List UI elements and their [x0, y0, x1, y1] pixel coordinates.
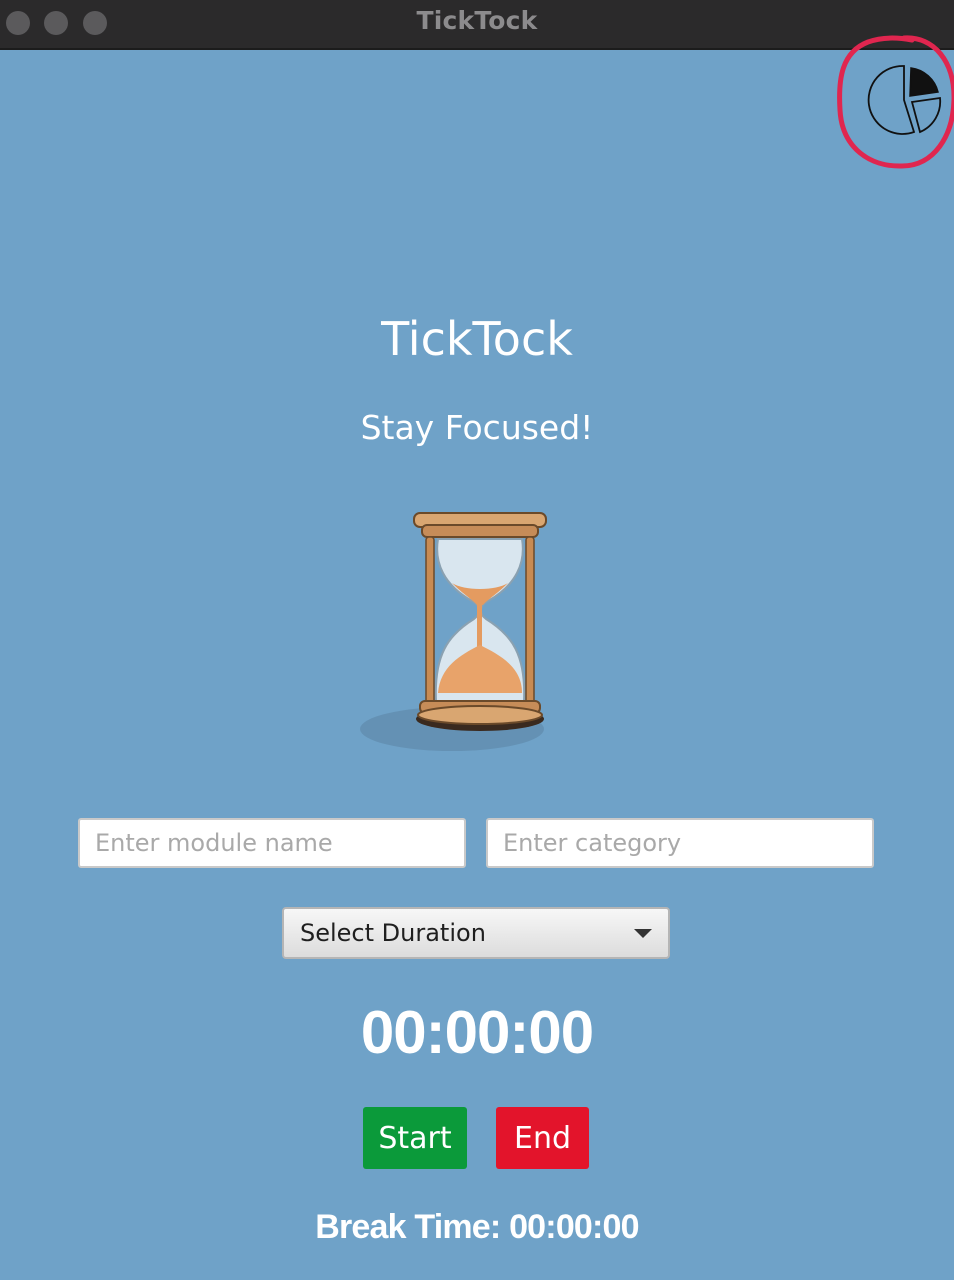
start-button[interactable]: Start — [363, 1107, 467, 1169]
hourglass-icon — [360, 512, 547, 751]
category-input[interactable] — [486, 818, 874, 868]
break-time-display: Break Time: 00:00:00 — [315, 1208, 639, 1246]
window-title: TickTock — [416, 6, 538, 35]
chevron-down-icon — [634, 929, 652, 938]
pie-chart-icon — [867, 65, 942, 135]
app-subtitle: Stay Focused! — [360, 408, 594, 447]
duration-select[interactable]: Select Duration — [282, 907, 670, 959]
statistics-button[interactable] — [866, 62, 942, 138]
app-title: TickTock — [381, 312, 573, 366]
app-window: TickTock TickTock Stay Focused! Enter mo… — [0, 0, 954, 1280]
duration-select-value: Select Duration — [300, 919, 486, 947]
module-name-input[interactable] — [78, 818, 466, 868]
title-bar: TickTock — [0, 0, 954, 50]
end-button[interactable]: End — [496, 1107, 589, 1169]
timer-display: 00:00:00 — [360, 999, 594, 1066]
